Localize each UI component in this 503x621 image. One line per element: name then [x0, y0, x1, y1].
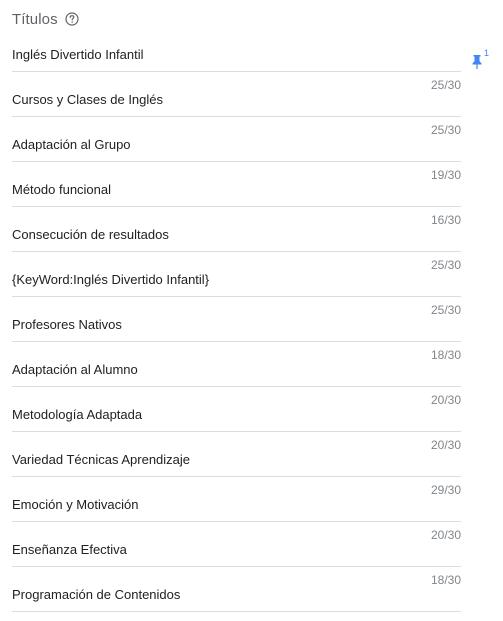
headline-underline [12, 431, 461, 432]
headline-text[interactable]: Variedad Técnicas Aprendizaje [12, 452, 190, 467]
headline-row[interactable]: {KeyWord:Inglés Divertido Infantil} 25/30 [12, 261, 461, 317]
headline-underline [12, 206, 461, 207]
headline-row[interactable]: Enseñanza Efectiva 18/30 [12, 531, 461, 587]
headline-row[interactable]: Profesores Nativos 18/30 [12, 306, 461, 362]
headline-row[interactable]: Método funcional 16/30 [12, 171, 461, 227]
headline-text[interactable]: Emoción y Motivación [12, 497, 138, 512]
headline-text[interactable]: Metodología Adaptada [12, 407, 142, 422]
headline-text[interactable]: Enseñanza Efectiva [12, 542, 127, 557]
headline-row[interactable]: Cursos y Clases de Inglés 25/30 [12, 81, 461, 137]
headline-row[interactable]: Programación de Contenidos [12, 576, 461, 621]
headline-row[interactable]: Adaptación al Alumno 20/30 [12, 351, 461, 407]
headline-underline [12, 71, 461, 72]
headline-row[interactable]: Emoción y Motivación 20/30 [12, 486, 461, 542]
headline-text[interactable]: Cursos y Clases de Inglés [12, 92, 163, 107]
headline-text[interactable]: Adaptación al Grupo [12, 137, 131, 152]
headline-text[interactable]: Profesores Nativos [12, 317, 122, 332]
headline-underline [12, 566, 461, 567]
headline-text[interactable]: Adaptación al Alumno [12, 362, 138, 377]
headline-text[interactable]: Programación de Contenidos [12, 587, 180, 602]
help-circle-icon[interactable] [65, 12, 79, 26]
section-title: Títulos [12, 10, 58, 28]
headline-underline [12, 296, 461, 297]
headline-underline [12, 161, 461, 162]
headline-text[interactable]: Consecución de resultados [12, 227, 169, 242]
headline-row[interactable]: Adaptación al Grupo 19/30 [12, 126, 461, 182]
headline-underline [12, 341, 461, 342]
headline-underline [12, 251, 461, 252]
headline-underline [12, 116, 461, 117]
headline-underline [12, 476, 461, 477]
headline-row[interactable]: Variedad Técnicas Aprendizaje 29/30 [12, 441, 461, 497]
headline-list: Inglés Divertido Infantil 25/30 Cursos y C… [12, 36, 461, 621]
headline-text[interactable]: Método funcional [12, 182, 111, 197]
headline-underline [12, 521, 461, 522]
pin-count: 1 [484, 48, 490, 58]
section-header: Títulos [12, 9, 79, 29]
headline-row[interactable]: Inglés Divertido Infantil 25/30 [12, 36, 461, 92]
pin-icon[interactable] [470, 54, 484, 70]
headline-row[interactable]: Metodología Adaptada 20/30 [12, 396, 461, 452]
headline-text[interactable]: {KeyWord:Inglés Divertido Infantil} [12, 272, 209, 287]
headline-row[interactable]: Consecución de resultados 25/30 [12, 216, 461, 272]
headline-text[interactable]: Inglés Divertido Infantil [12, 47, 144, 62]
headline-underline [12, 386, 461, 387]
